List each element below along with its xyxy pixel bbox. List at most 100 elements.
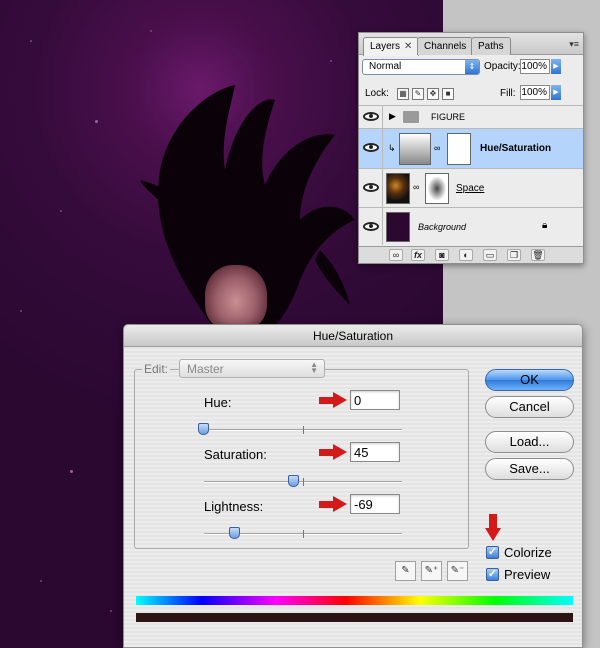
visibility-eye-icon[interactable] bbox=[359, 106, 383, 128]
slider-center-tick bbox=[303, 478, 304, 486]
blend-mode-select[interactable]: Normal ⇕ bbox=[362, 59, 480, 75]
eyedropper-plus-icon[interactable]: ✎⁺ bbox=[421, 561, 442, 581]
panel-footer: ∞ fx ◙ ◐ ▭ ❐ 🗑︎ bbox=[359, 246, 583, 263]
colorize-checkbox[interactable]: ✓ bbox=[486, 546, 499, 559]
close-icon[interactable]: ✕ bbox=[404, 41, 412, 52]
adjustment-group bbox=[134, 369, 469, 549]
lock-icons: ▦ ✎ ✥ ■ bbox=[397, 87, 457, 100]
layer-name: FIGURE bbox=[431, 112, 466, 122]
chain-link-icon: ∞ bbox=[434, 143, 441, 153]
hue-slider-thumb[interactable] bbox=[198, 423, 209, 435]
tab-paths[interactable]: Paths bbox=[471, 37, 511, 55]
star-dot bbox=[30, 40, 32, 42]
output-color-bar bbox=[136, 613, 573, 622]
fx-icon[interactable]: fx bbox=[411, 249, 425, 261]
saturation-input[interactable]: 45 bbox=[350, 442, 400, 462]
lightness-slider-thumb[interactable] bbox=[229, 527, 240, 539]
panel-menu-icon[interactable]: ▾≡ bbox=[569, 39, 579, 50]
mask-thumbnail bbox=[425, 173, 449, 204]
input-color-spectrum bbox=[136, 596, 573, 605]
fill-label: Fill: bbox=[500, 88, 516, 99]
layer-thumbnail bbox=[386, 212, 410, 242]
trash-icon[interactable]: 🗑︎ bbox=[531, 249, 545, 261]
lock-transparency-icon[interactable]: ▦ bbox=[397, 88, 409, 100]
save-button[interactable]: Save... bbox=[485, 458, 574, 480]
saturation-slider-thumb[interactable] bbox=[288, 475, 299, 487]
layer-name: Hue/Saturation bbox=[480, 143, 552, 154]
load-button[interactable]: Load... bbox=[485, 431, 574, 453]
saturation-label: Saturation: bbox=[204, 447, 267, 462]
red-down-arrow-icon bbox=[485, 514, 501, 542]
opacity-input[interactable]: 100% bbox=[520, 59, 550, 74]
opacity-arrow-icon[interactable]: ▶ bbox=[551, 59, 561, 74]
lightness-input[interactable]: -69 bbox=[350, 494, 400, 514]
lock-move-icon[interactable]: ✥ bbox=[427, 88, 439, 100]
ok-button[interactable]: OK bbox=[485, 369, 574, 391]
slider-center-tick bbox=[303, 426, 304, 434]
new-layer-icon[interactable]: ❐ bbox=[507, 249, 521, 261]
hue-saturation-dialog: Hue/Saturation Edit: Master ▲ ▼ Hue: 0 Sa… bbox=[123, 324, 583, 648]
visibility-eye-icon[interactable] bbox=[359, 208, 383, 245]
disclosure-triangle-icon[interactable]: ▶ bbox=[389, 111, 396, 122]
clip-arrow-icon: ↳ bbox=[388, 143, 396, 153]
tab-channels[interactable]: Channels bbox=[417, 37, 474, 55]
new-group-icon[interactable]: ▭ bbox=[483, 249, 497, 261]
red-arrow-icon bbox=[319, 392, 347, 408]
face-image bbox=[205, 265, 267, 331]
hue-slider[interactable] bbox=[198, 423, 402, 435]
layer-row-hue-saturation[interactable]: ↳ ∞ Hue/Saturation bbox=[359, 128, 583, 168]
tab-label: Channels bbox=[424, 41, 467, 52]
lightness-slider[interactable] bbox=[204, 527, 402, 539]
tab-label: Layers bbox=[370, 41, 401, 52]
red-arrow-icon bbox=[319, 496, 347, 512]
star-dot bbox=[95, 120, 98, 123]
edit-label: Edit: bbox=[142, 362, 171, 376]
slider-center-tick bbox=[303, 530, 304, 538]
lightness-label: Lightness: bbox=[204, 499, 264, 514]
adjustment-layer-icon[interactable]: ◐ bbox=[459, 249, 473, 261]
dialog-title: Hue/Saturation bbox=[124, 325, 582, 347]
star-dot bbox=[110, 610, 112, 612]
colorize-label: Colorize bbox=[504, 545, 552, 560]
opacity-label: Opacity: bbox=[484, 61, 521, 72]
layer-row-space[interactable]: ∞ Space bbox=[359, 168, 583, 207]
saturation-slider[interactable] bbox=[204, 475, 402, 487]
eyedropper-minus-icon[interactable]: ✎⁻ bbox=[447, 561, 468, 581]
layers-panel: Layers ✕ Channels Paths ▾≡ Normal ⇕ Opaci… bbox=[358, 32, 584, 264]
lock-icon: 🔒︎ bbox=[542, 220, 548, 231]
adjustment-thumbnail bbox=[399, 133, 431, 165]
lock-label: Lock: bbox=[365, 88, 389, 99]
layer-row-figure[interactable]: ▶ FIGURE bbox=[359, 105, 583, 128]
tab-label: Paths bbox=[478, 41, 504, 52]
layer-row-background[interactable]: Background 🔒︎ bbox=[359, 207, 583, 245]
star-dot bbox=[330, 60, 332, 62]
chevron-updown-icon: ▲ ▼ bbox=[310, 360, 318, 375]
preview-label: Preview bbox=[504, 567, 551, 582]
star-dot bbox=[40, 580, 42, 582]
visibility-eye-icon[interactable] bbox=[359, 129, 383, 168]
blend-mode-value: Normal bbox=[369, 61, 402, 72]
fill-arrow-icon[interactable]: ▶ bbox=[551, 85, 561, 100]
star-dot bbox=[20, 310, 22, 312]
star-dot bbox=[70, 470, 73, 473]
link-layers-icon[interactable]: ∞ bbox=[389, 249, 403, 261]
lock-brush-icon[interactable]: ✎ bbox=[412, 88, 424, 100]
hue-label: Hue: bbox=[204, 395, 232, 410]
star-dot bbox=[150, 30, 152, 32]
cancel-button[interactable]: Cancel bbox=[485, 396, 574, 418]
eyedropper-icon[interactable]: ✎ bbox=[395, 561, 416, 581]
preview-checkbox[interactable]: ✓ bbox=[486, 568, 499, 581]
chevron-updown-icon: ⇕ bbox=[465, 60, 479, 74]
hue-input[interactable]: 0 bbox=[350, 390, 400, 410]
tab-layers[interactable]: Layers ✕ bbox=[363, 37, 420, 56]
chain-link-icon: ∞ bbox=[413, 182, 420, 192]
panel-tab-bar: Layers ✕ Channels Paths ▾≡ bbox=[359, 33, 583, 56]
visibility-eye-icon[interactable] bbox=[359, 169, 383, 207]
star-dot bbox=[60, 210, 62, 212]
lock-icon[interactable]: ■ bbox=[442, 88, 454, 100]
edit-select: Master ▲ ▼ bbox=[179, 359, 325, 378]
red-arrow-icon bbox=[319, 444, 347, 460]
mask-thumbnail bbox=[447, 133, 471, 165]
add-mask-icon[interactable]: ◙ bbox=[435, 249, 449, 261]
fill-input[interactable]: 100% bbox=[520, 85, 550, 100]
